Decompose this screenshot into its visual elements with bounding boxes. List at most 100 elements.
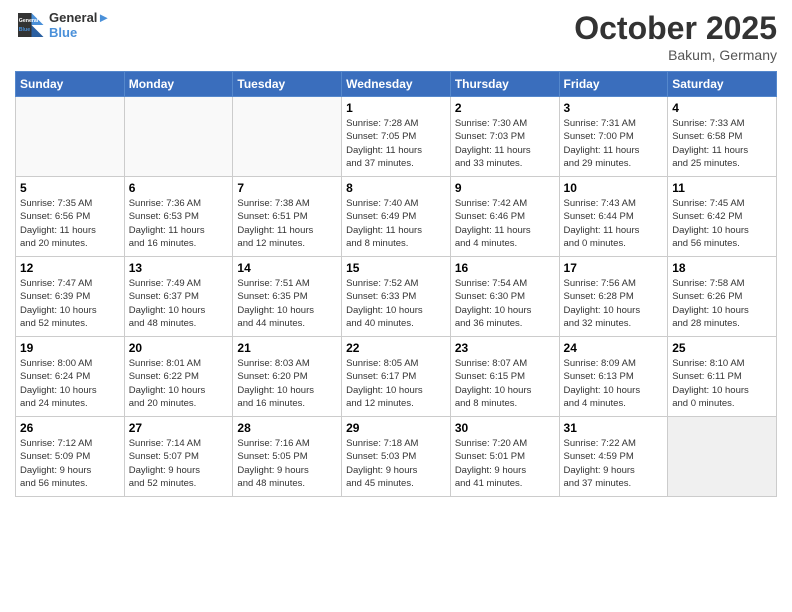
calendar-cell: 9 Sunrise: 7:42 AMSunset: 6:46 PMDaylight… <box>450 177 559 257</box>
calendar-cell: 29 Sunrise: 7:18 AMSunset: 5:03 PMDayligh… <box>342 417 451 497</box>
day-number: 3 <box>564 101 664 115</box>
calendar-cell <box>124 97 233 177</box>
day-number: 17 <box>564 261 664 275</box>
weekday-header-thursday: Thursday <box>450 72 559 97</box>
calendar-cell: 26 Sunrise: 7:12 AMSunset: 5:09 PMDayligh… <box>16 417 125 497</box>
day-info: Sunrise: 7:42 AMSunset: 6:46 PMDaylight:… <box>455 197 555 250</box>
calendar-cell: 14Sunrise: 7:51 AMSunset: 6:35 PMDayligh… <box>233 257 342 337</box>
day-info: Sunrise: 7:33 AMSunset: 6:58 PMDaylight:… <box>672 117 772 170</box>
day-number: 26 <box>20 421 120 435</box>
day-info: Sunrise: 7:45 AMSunset: 6:42 PMDaylight:… <box>672 197 772 250</box>
day-number: 14 <box>237 261 337 275</box>
day-number: 8 <box>346 181 446 195</box>
weekday-header-friday: Friday <box>559 72 668 97</box>
day-info: Sunrise: 8:07 AMSunset: 6:15 PMDaylight:… <box>455 357 555 410</box>
day-info: Sunrise: 7:47 AMSunset: 6:39 PMDaylight:… <box>20 277 120 330</box>
calendar-cell: 16Sunrise: 7:54 AMSunset: 6:30 PMDayligh… <box>450 257 559 337</box>
calendar-cell: 7Sunrise: 7:38 AMSunset: 6:51 PMDaylight… <box>233 177 342 257</box>
calendar-cell: 1 Sunrise: 7:28 AMSunset: 7:05 PMDaylight… <box>342 97 451 177</box>
calendar-cell: 27 Sunrise: 7:14 AMSunset: 5:07 PMDayligh… <box>124 417 233 497</box>
calendar-week-4: 19 Sunrise: 8:00 AMSunset: 6:24 PMDayligh… <box>16 337 777 417</box>
day-info: Sunrise: 7:56 AMSunset: 6:28 PMDaylight:… <box>564 277 664 330</box>
weekday-header-monday: Monday <box>124 72 233 97</box>
day-number: 29 <box>346 421 446 435</box>
calendar-cell: 5 Sunrise: 7:35 AMSunset: 6:56 PMDaylight… <box>16 177 125 257</box>
svg-text:Blue: Blue <box>19 27 30 33</box>
day-info: Sunrise: 7:12 AMSunset: 5:09 PMDaylight:… <box>20 437 120 490</box>
day-number: 10 <box>564 181 664 195</box>
weekday-header-row: SundayMondayTuesdayWednesdayThursdayFrid… <box>16 72 777 97</box>
calendar-week-5: 26 Sunrise: 7:12 AMSunset: 5:09 PMDayligh… <box>16 417 777 497</box>
calendar-cell <box>668 417 777 497</box>
day-info: Sunrise: 7:28 AMSunset: 7:05 PMDaylight:… <box>346 117 446 170</box>
calendar-week-2: 5 Sunrise: 7:35 AMSunset: 6:56 PMDaylight… <box>16 177 777 257</box>
calendar-cell: 4 Sunrise: 7:33 AMSunset: 6:58 PMDaylight… <box>668 97 777 177</box>
day-info: Sunrise: 7:43 AMSunset: 6:44 PMDaylight:… <box>564 197 664 250</box>
location: Bakum, Germany <box>574 47 777 63</box>
calendar-cell: 28 Sunrise: 7:16 AMSunset: 5:05 PMDayligh… <box>233 417 342 497</box>
day-number: 9 <box>455 181 555 195</box>
calendar-cell <box>233 97 342 177</box>
calendar-cell: 25Sunrise: 8:10 AMSunset: 6:11 PMDayligh… <box>668 337 777 417</box>
day-number: 15 <box>346 261 446 275</box>
calendar-cell: 2 Sunrise: 7:30 AMSunset: 7:03 PMDaylight… <box>450 97 559 177</box>
day-number: 23 <box>455 341 555 355</box>
calendar-cell: 11 Sunrise: 7:45 AMSunset: 6:42 PMDayligh… <box>668 177 777 257</box>
calendar-cell: 31 Sunrise: 7:22 AMSunset: 4:59 PMDayligh… <box>559 417 668 497</box>
calendar-cell: 8 Sunrise: 7:40 AMSunset: 6:49 PMDaylight… <box>342 177 451 257</box>
day-number: 12 <box>20 261 120 275</box>
day-info: Sunrise: 7:54 AMSunset: 6:30 PMDaylight:… <box>455 277 555 330</box>
day-info: Sunrise: 8:10 AMSunset: 6:11 PMDaylight:… <box>672 357 772 410</box>
day-info: Sunrise: 7:16 AMSunset: 5:05 PMDaylight:… <box>237 437 337 490</box>
title-block: October 2025 Bakum, Germany <box>574 10 777 63</box>
calendar-cell: 18 Sunrise: 7:58 AMSunset: 6:26 PMDayligh… <box>668 257 777 337</box>
day-number: 27 <box>129 421 229 435</box>
day-info: Sunrise: 7:14 AMSunset: 5:07 PMDaylight:… <box>129 437 229 490</box>
calendar-cell: 6 Sunrise: 7:36 AMSunset: 6:53 PMDaylight… <box>124 177 233 257</box>
page-container: General Blue General► Blue October 2025 … <box>0 0 792 507</box>
calendar-cell: 22Sunrise: 8:05 AMSunset: 6:17 PMDayligh… <box>342 337 451 417</box>
day-info: Sunrise: 8:00 AMSunset: 6:24 PMDaylight:… <box>20 357 120 410</box>
day-number: 5 <box>20 181 120 195</box>
day-info: Sunrise: 7:52 AMSunset: 6:33 PMDaylight:… <box>346 277 446 330</box>
day-number: 1 <box>346 101 446 115</box>
logo-icon: General Blue <box>15 10 45 40</box>
day-info: Sunrise: 7:58 AMSunset: 6:26 PMDaylight:… <box>672 277 772 330</box>
day-number: 19 <box>20 341 120 355</box>
day-info: Sunrise: 7:18 AMSunset: 5:03 PMDaylight:… <box>346 437 446 490</box>
calendar-cell: 13 Sunrise: 7:49 AMSunset: 6:37 PMDayligh… <box>124 257 233 337</box>
day-info: Sunrise: 8:09 AMSunset: 6:13 PMDaylight:… <box>564 357 664 410</box>
day-info: Sunrise: 8:03 AMSunset: 6:20 PMDaylight:… <box>237 357 337 410</box>
day-info: Sunrise: 7:40 AMSunset: 6:49 PMDaylight:… <box>346 197 446 250</box>
day-number: 4 <box>672 101 772 115</box>
calendar-cell: 23 Sunrise: 8:07 AMSunset: 6:15 PMDayligh… <box>450 337 559 417</box>
day-number: 31 <box>564 421 664 435</box>
day-number: 13 <box>129 261 229 275</box>
calendar-cell: 24Sunrise: 8:09 AMSunset: 6:13 PMDayligh… <box>559 337 668 417</box>
calendar-cell: 30Sunrise: 7:20 AMSunset: 5:01 PMDayligh… <box>450 417 559 497</box>
day-info: Sunrise: 7:49 AMSunset: 6:37 PMDaylight:… <box>129 277 229 330</box>
calendar-table: SundayMondayTuesdayWednesdayThursdayFrid… <box>15 71 777 497</box>
day-number: 2 <box>455 101 555 115</box>
day-number: 18 <box>672 261 772 275</box>
calendar-cell: 21Sunrise: 8:03 AMSunset: 6:20 PMDayligh… <box>233 337 342 417</box>
calendar-cell: 20Sunrise: 8:01 AMSunset: 6:22 PMDayligh… <box>124 337 233 417</box>
day-info: Sunrise: 7:35 AMSunset: 6:56 PMDaylight:… <box>20 197 120 250</box>
svg-text:General: General <box>19 18 39 24</box>
day-info: Sunrise: 7:22 AMSunset: 4:59 PMDaylight:… <box>564 437 664 490</box>
day-info: Sunrise: 7:20 AMSunset: 5:01 PMDaylight:… <box>455 437 555 490</box>
day-info: Sunrise: 8:05 AMSunset: 6:17 PMDaylight:… <box>346 357 446 410</box>
weekday-header-wednesday: Wednesday <box>342 72 451 97</box>
day-number: 6 <box>129 181 229 195</box>
day-number: 28 <box>237 421 337 435</box>
calendar-cell: 12 Sunrise: 7:47 AMSunset: 6:39 PMDayligh… <box>16 257 125 337</box>
calendar-cell: 15 Sunrise: 7:52 AMSunset: 6:33 PMDayligh… <box>342 257 451 337</box>
day-info: Sunrise: 8:01 AMSunset: 6:22 PMDaylight:… <box>129 357 229 410</box>
weekday-header-sunday: Sunday <box>16 72 125 97</box>
day-info: Sunrise: 7:30 AMSunset: 7:03 PMDaylight:… <box>455 117 555 170</box>
day-info: Sunrise: 7:38 AMSunset: 6:51 PMDaylight:… <box>237 197 337 250</box>
day-number: 11 <box>672 181 772 195</box>
calendar-week-1: 1 Sunrise: 7:28 AMSunset: 7:05 PMDaylight… <box>16 97 777 177</box>
logo: General Blue General► Blue <box>15 10 110 40</box>
day-info: Sunrise: 7:36 AMSunset: 6:53 PMDaylight:… <box>129 197 229 250</box>
